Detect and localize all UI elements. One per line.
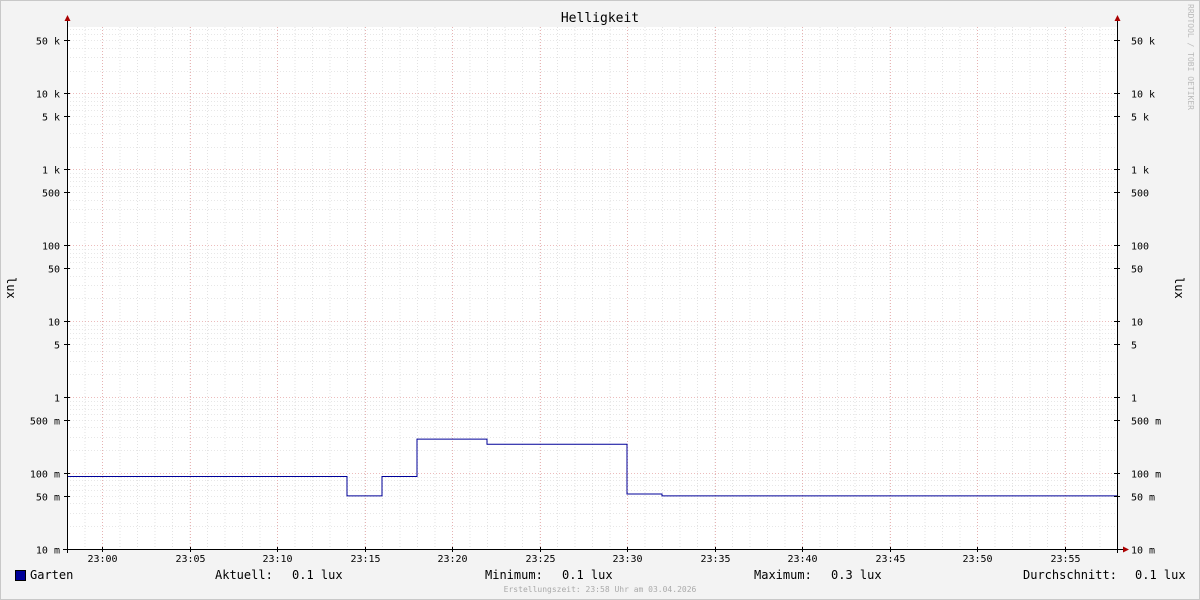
- y-tick-label-left: 100 m: [30, 470, 60, 481]
- y-tick-label-left: 10 k: [36, 90, 60, 101]
- y-tick-label-left: 50 k: [36, 37, 60, 48]
- x-tick-label: 23:40: [787, 554, 817, 565]
- x-tick-label: 23:20: [437, 554, 467, 565]
- y-tick-label-right: 10: [1131, 318, 1143, 329]
- y-tick-label-right: 500: [1131, 189, 1149, 200]
- legend-current-value: 0.1 lux: [292, 568, 343, 582]
- chart-svg: 10 m 10 m 50 m 50 m 100 m 100 m 500 m 500 m 1 1 5 5…: [30, 15, 1161, 565]
- y-tick-label-right: 5: [1131, 341, 1137, 352]
- y-tick-label-left: 50: [48, 265, 60, 276]
- y-tick-label-right: 50: [1131, 265, 1143, 276]
- x-tick-label: 23:15: [350, 554, 380, 565]
- y-tick-label-right: 10 k: [1131, 90, 1155, 101]
- x-tick-label: 23:35: [700, 554, 730, 565]
- y-tick-label-right: 5 k: [1131, 113, 1149, 124]
- y-axis-left-arrow: [64, 15, 71, 21]
- x-tick-label: 23:50: [962, 554, 992, 565]
- x-tick-label: 23:45: [875, 554, 905, 565]
- legend-avg-value: 0.1 lux: [1135, 568, 1186, 582]
- y-tick-label-left: 1: [54, 394, 60, 405]
- legend-min-value: 0.1 lux: [562, 568, 613, 582]
- x-tick-label: 23:00: [87, 554, 117, 565]
- x-tick-label: 23:25: [525, 554, 555, 565]
- x-axis-arrow: [1123, 546, 1129, 553]
- y-tick-label-left: 10 m: [36, 546, 60, 557]
- y-tick-label-left: 500: [42, 189, 60, 200]
- y-tick-label-left: 10: [48, 318, 60, 329]
- y-tick-label-left: 100: [42, 242, 60, 253]
- legend-max-label: Maximum:: [754, 568, 812, 582]
- y-tick-label-right: 500 m: [1131, 417, 1161, 428]
- legend-min-label: Minimum:: [485, 568, 543, 582]
- x-tick-label: 23:55: [1050, 554, 1080, 565]
- x-tick-label: 23:30: [612, 554, 642, 565]
- creation-time-footer: Erstellungszeit: 23:58 Uhr am 03.04.2026: [503, 585, 697, 594]
- y-tick-label-right: 50 k: [1131, 37, 1155, 48]
- y-tick-label-left: 5: [54, 341, 60, 352]
- y-tick-label-left: 50 m: [36, 493, 60, 504]
- x-tick-label: 23:05: [175, 554, 205, 565]
- y-tick-label-left: 1 k: [42, 166, 60, 177]
- y-tick-label-right: 1 k: [1131, 166, 1149, 177]
- legend-swatch-garten: [15, 570, 26, 581]
- legend-max-value: 0.3 lux: [831, 568, 882, 582]
- y-tick-label-right: 100: [1131, 242, 1149, 253]
- y-tick-label-right: 100 m: [1131, 470, 1161, 481]
- legend-avg-label: Durchschnitt:: [1023, 568, 1117, 582]
- y-tick-label-left: 500 m: [30, 417, 60, 428]
- y-tick-label-right: 1: [1131, 394, 1137, 405]
- minor-grid: [67, 27, 1118, 549]
- y-tick-label-left: 5 k: [42, 113, 60, 124]
- y-axis-right-arrow: [1114, 15, 1121, 21]
- y-tick-label-right: 10 m: [1131, 546, 1155, 557]
- x-tick-label: 23:10: [262, 554, 292, 565]
- legend-series-name: Garten: [30, 568, 74, 582]
- legend-current-label: Aktuell:: [215, 568, 273, 582]
- y-tick-label-right: 50 m: [1131, 493, 1155, 504]
